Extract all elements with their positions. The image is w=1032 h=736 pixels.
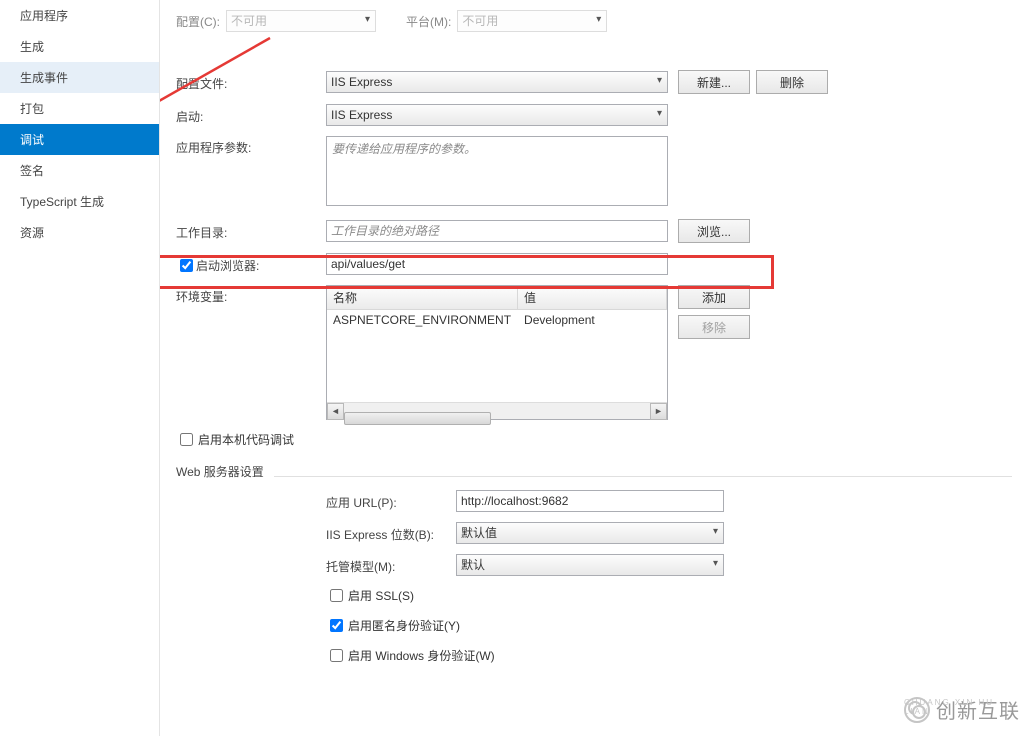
- config-select: 不可用: [226, 10, 376, 32]
- enable-anon-checkbox[interactable]: [330, 619, 343, 632]
- iis-bits-label: IIS Express 位数(B):: [326, 523, 456, 543]
- launch-browser-input[interactable]: [326, 253, 668, 275]
- new-profile-button[interactable]: 新建...: [678, 70, 750, 94]
- enable-ssl-checkbox[interactable]: [330, 589, 343, 602]
- sidebar-item-build[interactable]: 生成: [0, 31, 159, 62]
- browse-button[interactable]: 浏览...: [678, 219, 750, 243]
- scroll-right-icon[interactable]: ►: [650, 403, 667, 420]
- watermark: 创新互联 CHUANG XIN HU LIAN: [904, 695, 1020, 724]
- profile-select[interactable]: IIS Express: [326, 71, 668, 93]
- native-debug-label: 启用本机代码调试: [198, 431, 294, 448]
- app-args-label: 应用程序参数:: [176, 136, 326, 156]
- working-dir-label: 工作目录:: [176, 221, 326, 241]
- platform-label: 平台(M):: [406, 13, 451, 30]
- app-url-label: 应用 URL(P):: [326, 491, 456, 511]
- env-col-name: 名称: [327, 286, 518, 310]
- platform-select: 不可用: [457, 10, 607, 32]
- working-dir-input[interactable]: [326, 220, 668, 242]
- hosting-model-label: 托管模型(M):: [326, 555, 456, 575]
- profile-label: 配置文件:: [176, 72, 326, 92]
- scroll-left-icon[interactable]: ◄: [327, 403, 344, 420]
- enable-anon-label: 启用匿名身份验证(Y): [348, 617, 460, 634]
- launch-select[interactable]: IIS Express: [326, 104, 668, 126]
- sidebar-item-debug[interactable]: 调试: [0, 124, 159, 155]
- enable-windows-checkbox[interactable]: [330, 649, 343, 662]
- iis-bits-select[interactable]: 默认值: [456, 522, 724, 544]
- add-env-button[interactable]: 添加: [678, 285, 750, 309]
- hosting-model-select[interactable]: 默认: [456, 554, 724, 576]
- env-row[interactable]: ASPNETCORE_ENVIRONMENT Development: [327, 310, 667, 331]
- remove-env-button[interactable]: 移除: [678, 315, 750, 339]
- app-args-input[interactable]: [326, 136, 668, 206]
- env-scrollbar[interactable]: ◄ ►: [327, 402, 667, 419]
- env-col-value: 值: [518, 286, 667, 310]
- launch-label: 启动:: [176, 105, 326, 125]
- env-vars-label: 环境变量:: [176, 285, 326, 305]
- sidebar-item-buildevents[interactable]: 生成事件: [0, 62, 159, 93]
- sidebar: 应用程序 生成 生成事件 打包 调试 签名 TypeScript 生成 资源: [0, 0, 160, 736]
- env-vars-table: 名称 值 ASPNETCORE_ENVIRONMENT Development: [326, 285, 668, 420]
- main-panel: 配置(C): 不可用 平台(M): 不可用 配置文件: IIS Express …: [160, 0, 1032, 736]
- sidebar-item-package[interactable]: 打包: [0, 93, 159, 124]
- app-url-input[interactable]: [456, 490, 724, 512]
- launch-browser-label: 启动浏览器:: [196, 257, 259, 274]
- enable-windows-label: 启用 Windows 身份验证(W): [348, 647, 495, 664]
- web-section-title: Web 服务器设置: [176, 463, 264, 480]
- native-debug-checkbox[interactable]: [180, 433, 193, 446]
- launch-browser-checkbox[interactable]: [180, 259, 193, 272]
- enable-ssl-label: 启用 SSL(S): [348, 587, 414, 604]
- config-label: 配置(C):: [176, 13, 220, 30]
- sidebar-item-typescript[interactable]: TypeScript 生成: [0, 186, 159, 217]
- sidebar-item-signing[interactable]: 签名: [0, 155, 159, 186]
- sidebar-item-app[interactable]: 应用程序: [0, 0, 159, 31]
- sidebar-item-resources[interactable]: 资源: [0, 217, 159, 248]
- delete-profile-button[interactable]: 删除: [756, 70, 828, 94]
